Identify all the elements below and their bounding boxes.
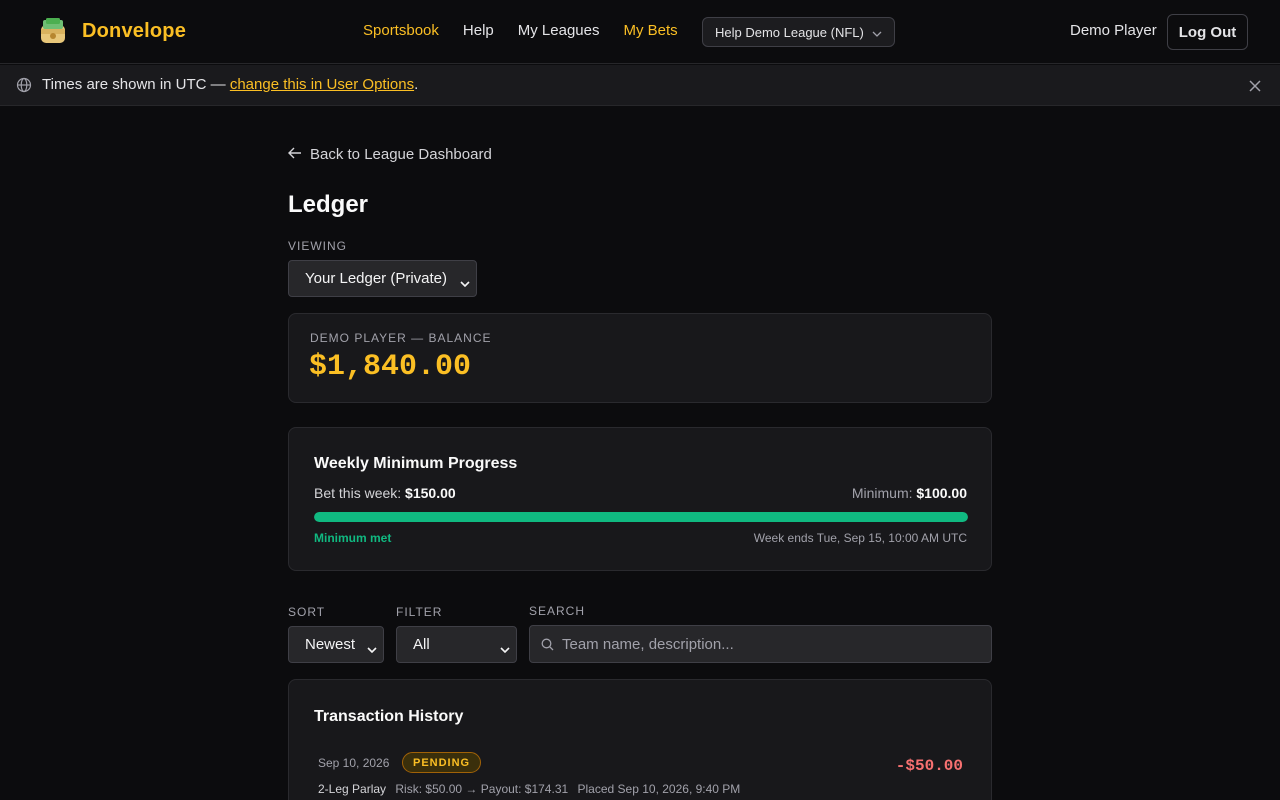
search-box [529, 625, 992, 663]
chevron-down-icon [500, 640, 510, 657]
nav-link-sportsbook[interactable]: Sportsbook [363, 22, 439, 39]
weekly-minimum-value: $100.00 [916, 485, 967, 501]
user-name: Demo Player [1070, 22, 1157, 39]
bet-this-week: Bet this week: $150.00 [314, 485, 456, 501]
nav-link-my-leagues[interactable]: My Leagues [518, 22, 600, 39]
transaction-placed: Placed Sep 10, 2026, 9:40 PM [577, 782, 741, 796]
logout-button[interactable]: Log Out [1167, 14, 1248, 50]
notice-text: Times are shown in UTC — change this in … [42, 76, 418, 93]
brand[interactable]: Donvelope [38, 17, 186, 45]
viewing-select[interactable]: Your Ledger (Private) [288, 260, 477, 297]
bet-this-week-label: Bet this week: [314, 485, 402, 501]
balance-label: DEMO PLAYER — BALANCE [310, 331, 492, 345]
weekly-minimum-label: Minimum: [851, 485, 913, 501]
globe-icon [16, 77, 32, 97]
minimum-met-status: Minimum met [314, 531, 392, 545]
arrow-left-icon [288, 146, 302, 163]
sort-select[interactable]: Newest [288, 626, 384, 663]
transaction-date: Sep 10, 2026 [318, 756, 390, 770]
league-select[interactable]: Help Demo League (NFL) [702, 17, 895, 47]
transaction-amount: -$50.00 [895, 757, 963, 775]
balance-amount: $1,840.00 [309, 350, 472, 384]
transaction-description: 2-Leg Parlay Risk: $50.00 → Payout: $174… [318, 782, 740, 796]
filter-select[interactable]: All [396, 626, 517, 663]
status-badge: PENDING [402, 752, 482, 773]
page-title: Ledger [288, 191, 369, 218]
back-link-label: Back to League Dashboard [310, 146, 492, 163]
top-navbar: Donvelope Sportsbook Help My Leagues My … [0, 0, 1280, 64]
weekly-progress-card: Weekly Minimum Progress Bet this week: $… [288, 427, 992, 571]
transaction-type: 2-Leg Parlay [318, 782, 387, 796]
timezone-notice: Times are shown in UTC — change this in … [0, 65, 1280, 106]
money-bag-icon [38, 17, 68, 45]
progress-bar [314, 512, 968, 522]
bet-this-week-value: $150.00 [405, 485, 456, 501]
nav-links: Sportsbook Help My Leagues My Bets [363, 22, 678, 39]
viewing-label: VIEWING [288, 239, 348, 253]
week-ends-text: Week ends Tue, Sep 15, 10:00 AM UTC [753, 531, 967, 545]
notice-message: Times are shown in UTC — [42, 76, 230, 93]
balance-card: DEMO PLAYER — BALANCE $1,840.00 [288, 313, 992, 403]
transaction-history-title: Transaction History [314, 708, 464, 725]
viewing-select-value: Your Ledger (Private) [305, 270, 448, 287]
brand-name: Donvelope [82, 19, 187, 42]
chevron-down-icon [460, 274, 470, 291]
filter-select-value: All [413, 636, 430, 653]
close-icon[interactable] [1249, 79, 1261, 96]
filter-label: FILTER [396, 605, 443, 619]
sort-label: SORT [288, 605, 326, 619]
sort-select-value: Newest [305, 636, 356, 653]
search-label: SEARCH [529, 604, 586, 618]
chevron-down-icon [872, 25, 882, 40]
progress-bar-fill [314, 512, 968, 522]
user-options-link[interactable]: change this in User Options [230, 76, 414, 93]
transaction-history-card: Transaction History Sep 10, 2026 PENDING… [288, 679, 992, 800]
chevron-down-icon [367, 640, 377, 657]
notice-period: . [414, 76, 419, 93]
weekly-minimum: Minimum: $100.00 [852, 485, 967, 501]
progress-title: Weekly Minimum Progress [314, 455, 518, 472]
back-link[interactable]: Back to League Dashboard [288, 146, 492, 163]
search-input[interactable] [562, 626, 982, 662]
search-icon [541, 638, 554, 656]
league-select-value: Help Demo League (NFL) [715, 24, 864, 40]
nav-link-my-bets[interactable]: My Bets [623, 22, 677, 39]
nav-link-help[interactable]: Help [463, 22, 494, 39]
transaction-details: Risk: $50.00 → Payout: $174.31 [395, 782, 569, 796]
